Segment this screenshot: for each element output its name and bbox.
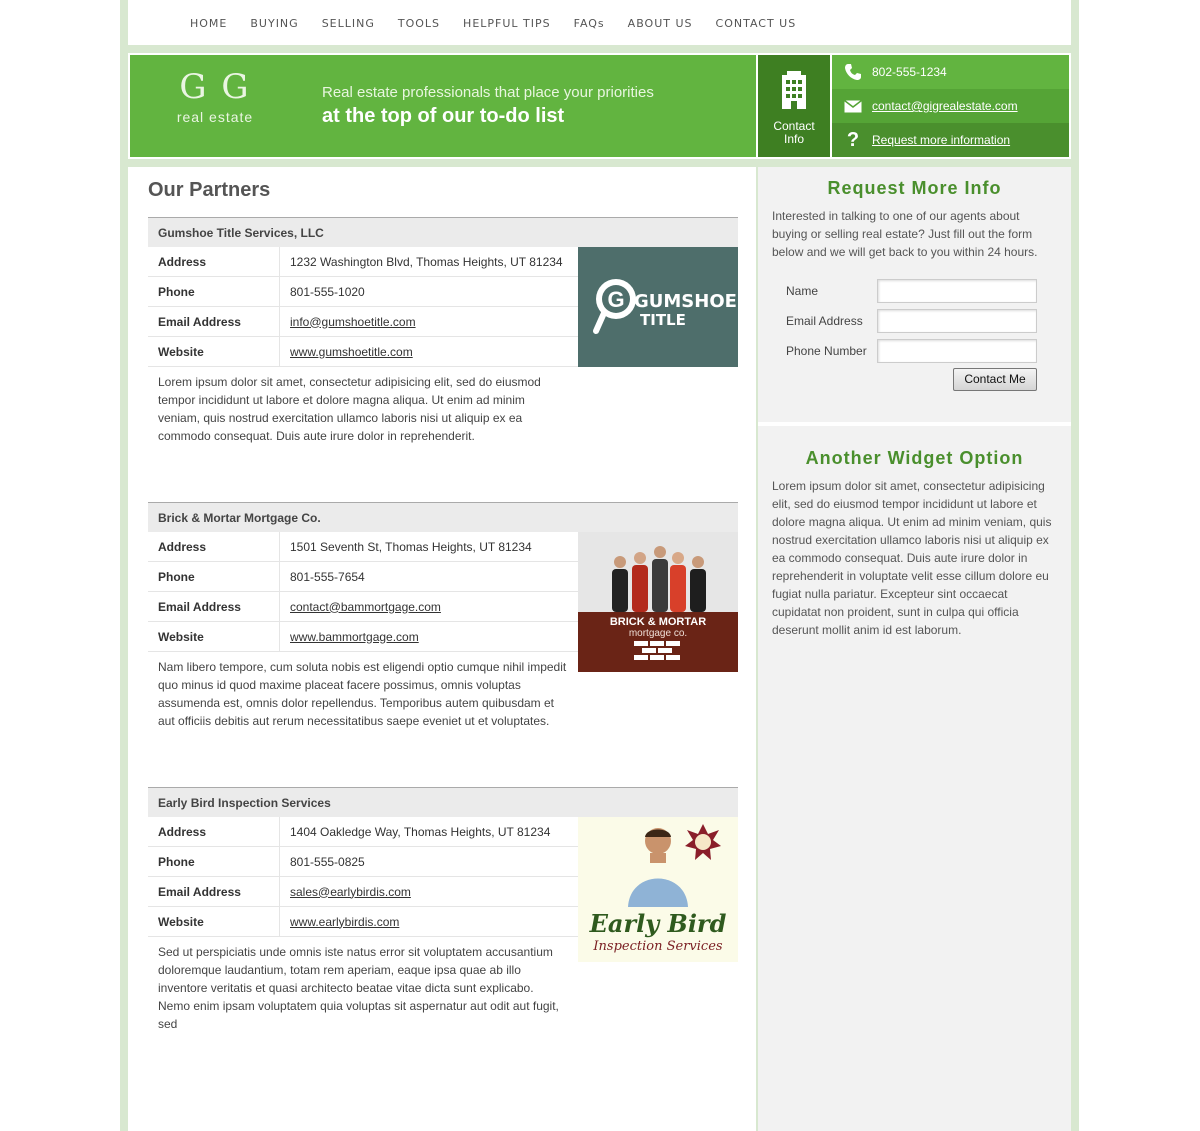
team-photo [612,546,706,612]
email-field[interactable] [877,309,1037,333]
website-link[interactable]: www.gumshoetitle.com [280,345,413,359]
partner-details: Address 1232 Washington Blvd, Thomas Heig… [148,246,578,367]
email-link[interactable]: contact@bammortgage.com [280,600,441,614]
request-row: ? Request more information [832,123,1069,157]
address-value: 1404 Oakledge Way, Thomas Heights, UT 81… [290,824,551,839]
email-label: Email Address [148,591,280,622]
partner-description: Nam libero tempore, cum soluta nobis est… [158,660,567,728]
early-bird-logo-text-1: Early Bird [589,909,727,938]
partner-description: Lorem ipsum dolor sit amet, consectetur … [158,375,541,443]
email-link[interactable]: contact@gigrealestate.com [872,99,1018,113]
brick-mortar-banner: BRICK & MORTAR mortgage co. [578,612,738,672]
partner-card: Early Bird Inspection Services Address 14… [148,787,738,1031]
phone-row: 802-555-1234 [832,55,1069,89]
partner-card: Gumshoe Title Services, LLC Address 1232 … [148,217,738,443]
request-info-text: Interested in talking to one of our agen… [772,209,1038,259]
name-field[interactable] [877,279,1037,303]
early-bird-logo: Early Bird Inspection Services [578,817,738,962]
contact-info-tile[interactable]: Contact Info [758,55,830,157]
logo-subtitle: real estate [176,109,254,125]
email-label: Email Address [148,876,280,907]
email-link[interactable]: sales@earlybirdis.com [280,885,411,899]
phone-label: Phone Number [786,344,867,358]
site-logo[interactable]: G G real estate [175,67,255,147]
contact-me-button[interactable]: Contact Me [953,368,1037,391]
widget-text: Lorem ipsum dolor sit amet, consectetur … [772,479,1052,637]
name-row: Name [786,279,1038,303]
phone-label: Phone [148,561,280,592]
building-icon [782,71,806,109]
question-icon: ? [846,128,860,151]
request-info-link[interactable]: Request more information [872,133,1010,147]
address-label: Address [148,531,280,562]
partner-name: Early Bird Inspection Services [148,787,738,817]
nav-buying[interactable]: BUYING [250,17,298,30]
phone-value: 801-555-7654 [290,569,365,584]
email-row: contact@gigrealestate.com [832,89,1069,123]
nav-selling[interactable]: SELLING [322,17,375,30]
address-value: 1232 Washington Blvd, Thomas Heights, UT… [290,254,563,269]
gumshoe-logo-text-1: GUMSHOE [634,291,737,312]
main-content: Our Partners Gumshoe Title Services, LLC… [128,167,756,1131]
partner-details: Address 1404 Oakledge Way, Thomas Heights… [148,816,578,937]
header-banner: G G real estate Real estate professional… [128,53,1071,159]
gumshoe-logo: G GUMSHOE TITLE [578,247,738,367]
early-bird-logo-text-2: Inspection Services [593,939,723,954]
brick-mortar-logo: BRICK & MORTAR mortgage co. [578,532,738,672]
widget-title: Another Widget Option [805,448,1024,468]
svg-text:G: G [607,287,624,312]
logo-mark: G G [179,67,251,107]
nav-contact-us[interactable]: CONTACT US [716,17,797,30]
nav-tools[interactable]: TOOLS [398,17,440,30]
sidebar-divider [758,422,1071,426]
website-link[interactable]: www.earlybirdis.com [280,915,399,929]
partner-description: Sed ut perspiciatis unde omnis iste natu… [158,945,559,1031]
partner-details: Address 1501 Seventh St, Thomas Heights, … [148,531,578,652]
request-info-title: Request More Info [827,178,1002,198]
email-link[interactable]: info@gumshoetitle.com [280,315,416,329]
banner-main: G G real estate Real estate professional… [130,55,756,157]
phone-field[interactable] [877,339,1037,363]
phone-icon [842,63,864,81]
phone-label: Phone [148,846,280,877]
top-nav: HOME BUYING SELLING TOOLS HELPFUL TIPS F… [128,0,1071,45]
name-label: Name [786,284,819,298]
page-title: Our Partners [148,179,271,201]
phone-label: Phone [148,276,280,307]
contact-rows: 802-555-1234 contact@gigrealestate.com ?… [832,55,1069,157]
address-label: Address [148,246,280,277]
website-label: Website [148,336,280,367]
tagline-line-2: at the top of our to-do list [322,105,565,127]
envelope-icon [842,99,864,113]
website-link[interactable]: www.bammortgage.com [280,630,419,644]
nav-faqs[interactable]: FAQs [574,17,605,30]
email-label: Email Address [148,306,280,337]
phone-row: Phone Number [786,339,1038,363]
brick-icon [634,641,680,660]
nav-about-us[interactable]: ABOUT US [628,17,693,30]
website-label: Website [148,906,280,937]
gumshoe-logo-text-2: TITLE [640,311,686,329]
email-label: Email Address [786,314,863,328]
phone-value: 801-555-1020 [290,284,365,299]
address-label: Address [148,816,280,847]
website-label: Website [148,621,280,652]
brick-mortar-logo-text-1: BRICK & MORTAR [609,616,707,628]
phone-value: 801-555-0825 [290,854,365,869]
partner-card: Brick & Mortar Mortgage Co. Address 1501 … [148,502,738,728]
sidebar: Request More Info Interested in talking … [758,167,1071,1131]
partner-name: Brick & Mortar Mortgage Co. [148,502,738,532]
contact-info-label: Contact Info [773,119,815,146]
nav-home[interactable]: HOME [190,17,227,30]
phone-number: 802-555-1234 [872,65,947,79]
email-row: Email Address [786,309,1038,333]
partner-name: Gumshoe Title Services, LLC [148,217,738,247]
nav-helpful-tips[interactable]: HELPFUL TIPS [463,17,551,30]
address-value: 1501 Seventh St, Thomas Heights, UT 8123… [290,539,532,554]
brick-mortar-logo-text-2: mortgage co. [628,628,688,639]
tagline-line-1: Real estate professionals that place you… [322,84,654,101]
